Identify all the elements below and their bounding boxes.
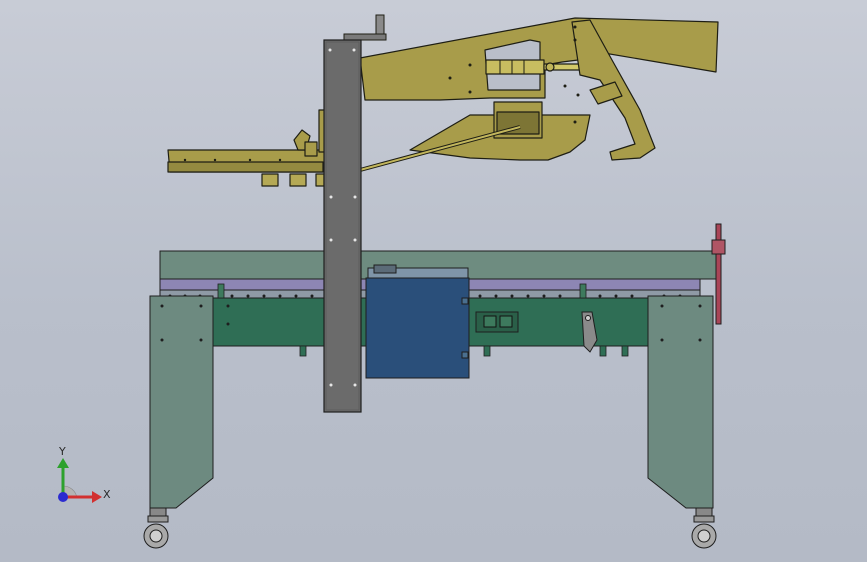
y-axis-label: Y bbox=[58, 445, 66, 458]
switch-2[interactable] bbox=[499, 315, 513, 328]
crank-handle[interactable] bbox=[343, 14, 387, 41]
cad-viewport[interactable]: Y X bbox=[0, 0, 867, 562]
vertical-column bbox=[323, 39, 362, 413]
sensor-2 bbox=[289, 173, 307, 187]
left-caster bbox=[143, 507, 169, 549]
pneumatic-cylinder bbox=[485, 59, 545, 75]
right-caster bbox=[691, 507, 717, 549]
switch-1[interactable] bbox=[483, 315, 497, 328]
right-leg bbox=[647, 295, 714, 509]
axis-triad: Y X bbox=[57, 445, 111, 503]
z-axis-dot bbox=[58, 492, 68, 502]
tape-head-box bbox=[365, 264, 470, 379]
left-leg bbox=[149, 295, 214, 509]
sensor-1 bbox=[261, 173, 279, 187]
sensor-3 bbox=[315, 173, 325, 187]
x-axis-label: X bbox=[103, 488, 111, 501]
control-switches[interactable] bbox=[475, 311, 519, 333]
